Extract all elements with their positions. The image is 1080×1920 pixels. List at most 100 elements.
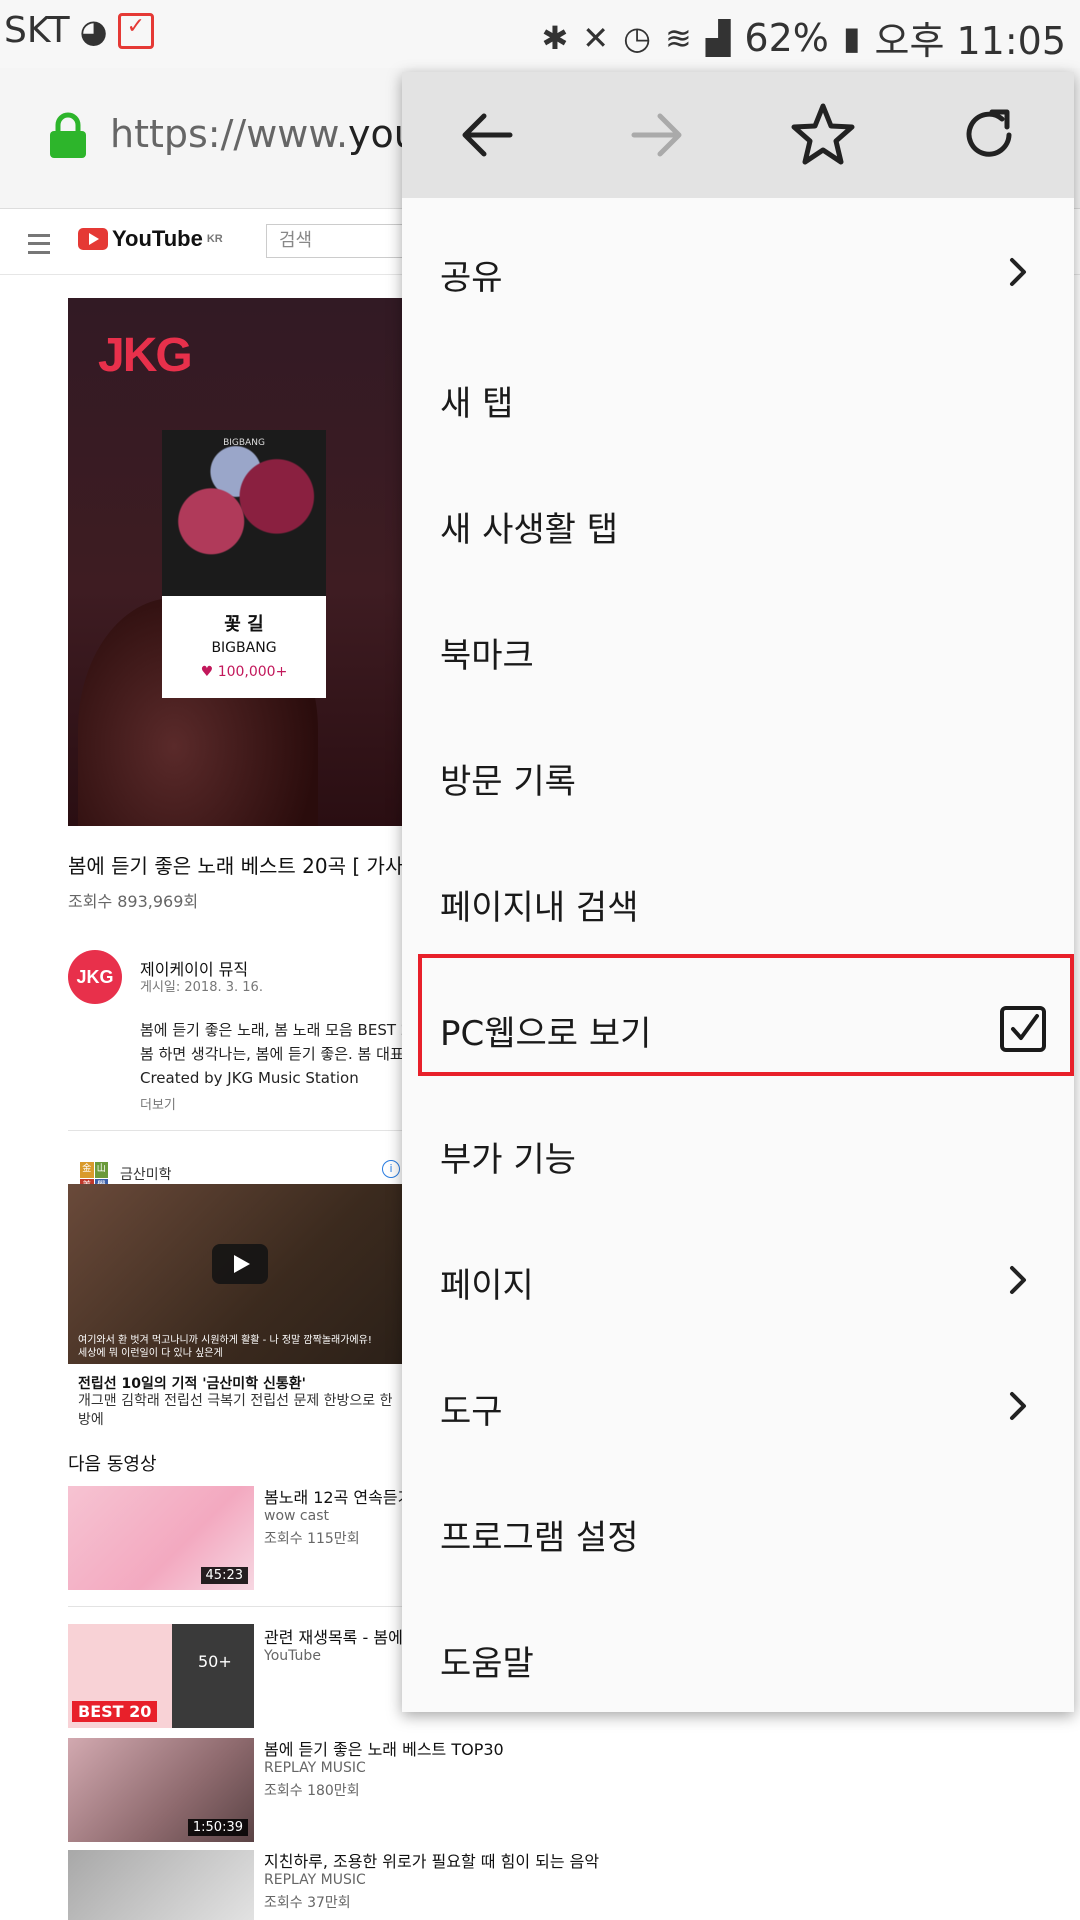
video-duration: 1:50:39 — [187, 1819, 248, 1836]
list-item-channel: wow cast — [264, 1508, 329, 1524]
ad-description: 개그맨 김학래 전립선 극복기 전립선 문제 한방으로 한방에 — [78, 1393, 393, 1428]
list-item-views: 조회수 37만회 — [264, 1895, 351, 1911]
list-thumbnail[interactable]: 1:50:39 — [68, 1738, 254, 1842]
menu-item-bookmarks[interactable]: 북마크 — [402, 588, 1074, 714]
list-thumbnail[interactable] — [68, 1850, 254, 1920]
playlist-badge: BEST 20 — [72, 1701, 158, 1722]
status-right: ✱ ✕ ◷ ≋ ▟ 62% ▮ 오후 11:05 — [541, 10, 1066, 65]
menu-item-settings[interactable]: 프로그램 설정 — [402, 1470, 1074, 1596]
alarm-icon: ◷ — [623, 18, 651, 57]
album-brand: BIGBANG — [223, 438, 265, 448]
youtube-logo-text: YouTube — [112, 226, 203, 251]
menu-item-add-ons[interactable]: 부가 기능 — [402, 1092, 1074, 1218]
clock: 오후 11:05 — [874, 19, 1066, 63]
youtube-logo[interactable]: YouTube KR — [78, 226, 223, 252]
bookmark-star-icon[interactable] — [786, 98, 860, 172]
list-item-title[interactable]: 지친하루, 조용한 위로가 필요할 때 힘이 되는 음악 — [264, 1848, 599, 1872]
video-views: 조회수 893,969회 — [68, 892, 199, 911]
menu-item-label: 도구 — [440, 1392, 503, 1432]
description-line: 봄 하면 생각나는, 봄에 듣기 좋은. 봄 대표 — [140, 1045, 404, 1063]
ad-caption-line: 여기와서 환 벗겨 먹고나니까 시원하게 활활 - 나 정말 깜짝놀래가에유! — [78, 1335, 372, 1346]
advertiser-name: 금산미학 — [120, 1167, 172, 1183]
ad-title[interactable]: 전립선 10일의 기적 '금산미학 신통환' — [78, 1373, 306, 1393]
menu-item-label: 공유 — [440, 258, 503, 298]
calendar-icon — [117, 12, 154, 49]
jkg-logo: JKG — [98, 329, 193, 382]
publish-date: 게시일: 2018. 3. 16. — [140, 980, 263, 995]
menu-item-label: 페이지 — [440, 1266, 534, 1306]
channel-avatar[interactable]: JKG — [68, 950, 122, 1004]
back-icon[interactable] — [450, 98, 524, 172]
mute-icon: ✕ — [582, 18, 610, 57]
menu-item-label: 페이지내 검색 — [440, 888, 639, 928]
menu-item-label: 부가 기능 — [440, 1140, 576, 1180]
menu-item-tools[interactable]: 도구 — [402, 1344, 1074, 1470]
status-bar: SKT ◕ ✱ ✕ ◷ ≋ ▟ 62% ▮ 오후 11:05 — [0, 0, 1080, 68]
list-item-views: 조회수 115만회 — [264, 1531, 360, 1547]
menu-item-label: 방문 기록 — [440, 762, 576, 802]
menu-item-new-tab[interactable]: 새 탭 — [402, 336, 1074, 462]
search-input[interactable]: 검색 — [266, 224, 420, 258]
forward-icon[interactable] — [620, 98, 694, 172]
menu-item-page[interactable]: 페이지 — [402, 1218, 1074, 1344]
menu-item-label: 도움말 — [440, 1644, 534, 1684]
song-title: 꽃 길 — [224, 614, 264, 635]
carrier-label: SKT — [4, 10, 70, 51]
bluetooth-icon: ✱ — [541, 18, 569, 57]
region-label: KR — [206, 233, 223, 245]
ad-caption: 여기와서 환 벗겨 먹고나니까 시원하게 활활 - 나 정말 깜짝놀래가에유! … — [78, 1334, 372, 1360]
menu-item-history[interactable]: 방문 기록 — [402, 714, 1074, 840]
chevron-right-icon — [1010, 1392, 1026, 1420]
ad-caption-line: 세상에 뭐 이런일이 다 있나 싶은게 — [78, 1348, 223, 1359]
menu-item-label: 새 탭 — [440, 384, 514, 424]
sync-icon: ◕ — [79, 11, 108, 50]
signal-icon: ▟ — [705, 18, 731, 57]
menu-item-label: 프로그램 설정 — [440, 1518, 639, 1558]
wifi-icon: ≋ — [664, 18, 692, 57]
url-prefix: https://www. — [110, 112, 349, 156]
badge-char: 山 — [94, 1162, 108, 1178]
list-thumbnail[interactable]: 45:23 — [68, 1486, 254, 1590]
battery-percent: 62% — [744, 15, 829, 60]
description-line: Created by JKG Music Station — [140, 1069, 359, 1087]
menu-item-share[interactable]: 공유 — [402, 210, 1074, 336]
list-item-title[interactable]: 봄에 듣기 좋은 노래 베스트 TOP30 — [264, 1736, 504, 1760]
battery-icon: ▮ — [842, 18, 861, 57]
menu-item-help[interactable]: 도움말 — [402, 1596, 1074, 1722]
up-next-label: 다음 동영상 — [68, 1454, 157, 1475]
menu-toolbar — [402, 72, 1074, 198]
video-duration: 45:23 — [200, 1567, 248, 1584]
video-title: 봄에 듣기 좋은 노래 베스트 20곡 [ 가사첨 — [68, 854, 422, 878]
divider — [68, 1130, 408, 1131]
song-artist: BIGBANG — [211, 640, 277, 656]
video-player[interactable]: JKG BIGBANG 꽃 길 BIGBANG ♥ 100,000+ — [68, 298, 408, 826]
menu-item-private-tab[interactable]: 새 사생활 탭 — [402, 462, 1074, 588]
browser-menu: 공유 새 탭 새 사생활 탭 북마크 방문 기록 페이지내 검색 PC웹으로 보… — [402, 72, 1074, 1712]
info-icon[interactable]: i — [382, 1160, 400, 1178]
more-link[interactable]: 더보기 — [140, 1094, 176, 1113]
description-line: 봄에 듣기 좋은 노래, 봄 노래 모음 BEST 2 — [140, 1021, 411, 1039]
menu-item-label: 새 사생활 탭 — [440, 510, 619, 550]
youtube-play-icon — [78, 228, 108, 250]
play-icon[interactable] — [212, 1244, 268, 1284]
chevron-right-icon — [1010, 258, 1026, 286]
list-item-views: 조회수 180만회 — [264, 1783, 360, 1799]
song-card: BIGBANG 꽃 길 BIGBANG ♥ 100,000+ — [162, 430, 326, 698]
ad-video[interactable]: 여기와서 환 벗겨 먹고나니까 시원하게 활활 - 나 정말 깜짝놀래가에유! … — [68, 1184, 408, 1364]
menu-item-find-in-page[interactable]: 페이지내 검색 — [402, 840, 1074, 966]
list-item-channel: YouTube — [264, 1648, 321, 1664]
lock-icon — [50, 112, 86, 158]
playlist-count: 50+ — [198, 1652, 232, 1671]
highlight-box — [418, 954, 1074, 1076]
divider — [68, 1606, 408, 1607]
song-likes: ♥ 100,000+ — [200, 664, 288, 680]
playlist-thumbnail[interactable]: BEST 20 50+ — [68, 1624, 254, 1728]
list-item-title[interactable]: 관련 재생목록 - 봄에 듣 — [264, 1624, 423, 1648]
chevron-right-icon — [1010, 1266, 1026, 1294]
menu-icon[interactable] — [28, 234, 50, 254]
album-art: BIGBANG — [162, 430, 326, 596]
reload-icon[interactable] — [952, 98, 1026, 172]
badge-char: 金 — [80, 1162, 94, 1178]
status-left: SKT ◕ — [4, 10, 154, 51]
list-item-title[interactable]: 봄노래 12곡 연속듣기 — [264, 1484, 412, 1508]
